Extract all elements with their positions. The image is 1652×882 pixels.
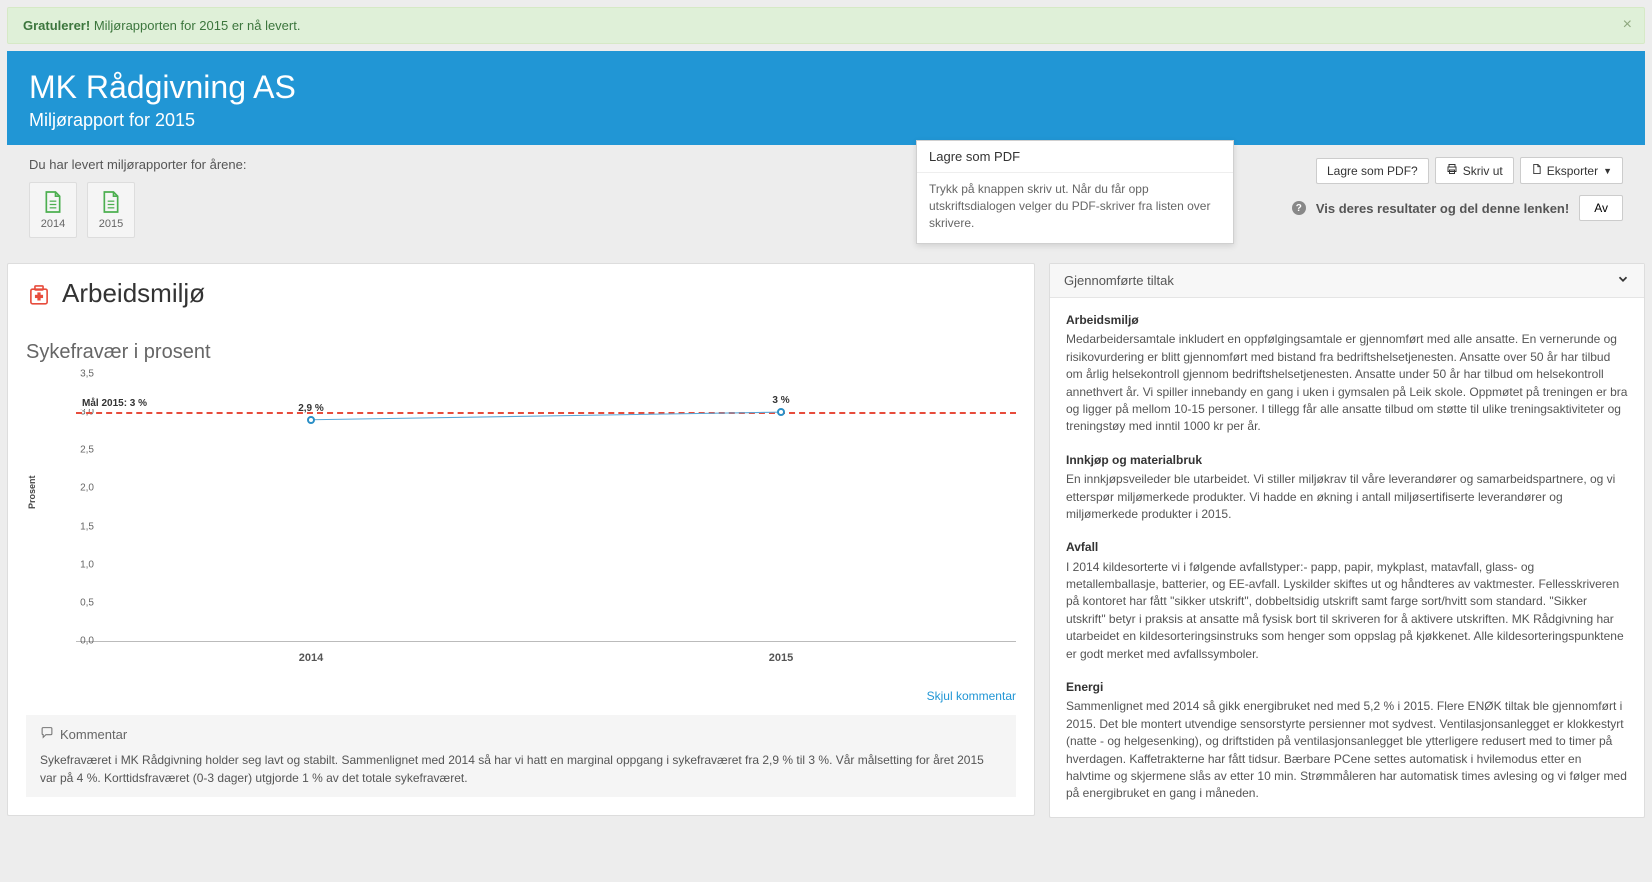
tiltak-body: Arbeidsmiljø Medarbeidersamtale inkludert… xyxy=(1050,298,1644,817)
print-icon xyxy=(1446,163,1458,178)
years-bar: Du har levert miljørapporter for årene: … xyxy=(7,145,1645,256)
alert-strong: Gratulerer! xyxy=(23,18,90,33)
caret-down-icon: ▼ xyxy=(1603,166,1612,176)
export-button[interactable]: Eksporter ▼ xyxy=(1520,157,1623,184)
comment-heading: Kommentar xyxy=(60,725,127,745)
share-text: Vis deres resultater og del denne lenken… xyxy=(1316,201,1569,216)
data-point xyxy=(307,416,315,424)
chart-title: Sykefravær i prosent xyxy=(26,341,1016,364)
save-pdf-button[interactable]: Lagre som PDF? xyxy=(1316,158,1429,184)
y-axis-label: Prosent xyxy=(27,475,37,509)
year-tile-2015[interactable]: 2015 xyxy=(87,182,135,238)
section-heading: Innkjøp og materialbruk xyxy=(1066,452,1628,469)
chart-area: Prosent 0,00,51,01,52,02,53,03,5Mål 2015… xyxy=(54,374,1016,674)
hide-comment-link[interactable]: Skjul kommentar xyxy=(927,689,1016,703)
tooltip-title: Lagre som PDF xyxy=(917,141,1233,173)
section-body: En innkjøpsveileder ble utarbeidet. Vi s… xyxy=(1066,471,1628,523)
share-toggle-button[interactable]: Av xyxy=(1579,195,1623,221)
section-heading: Energi xyxy=(1066,679,1628,696)
alert-text: Miljørapporten for 2015 er nå levert. xyxy=(90,18,300,33)
chevron-down-icon xyxy=(1616,272,1630,289)
success-alert: Gratulerer! Miljørapporten for 2015 er n… xyxy=(7,7,1645,44)
toolbar: Lagre som PDF? Skriv ut Eksporter ▼ xyxy=(1316,157,1623,184)
data-label: 2,9 % xyxy=(298,403,324,414)
share-bar: ? Vis deres resultater og del denne lenk… xyxy=(1292,195,1623,221)
x-tick: 2015 xyxy=(769,652,793,664)
panel-title: Arbeidsmiljø xyxy=(62,278,205,309)
medical-icon xyxy=(26,281,52,307)
x-tick: 2014 xyxy=(299,652,323,664)
section-heading: Arbeidsmiljø xyxy=(1066,312,1628,329)
arbeidsmiljo-panel: Arbeidsmiljø Sykefravær i prosent Prosen… xyxy=(7,263,1035,816)
data-point xyxy=(777,408,785,416)
tiltak-header[interactable]: Gjennomførte tiltak xyxy=(1050,264,1644,298)
plot-region: 0,00,51,01,52,02,53,03,5Mål 2015: 3 %2,9… xyxy=(76,374,1016,642)
section-heading: Avfall xyxy=(1066,539,1628,556)
speech-bubble-icon xyxy=(40,725,54,745)
comment-box: Kommentar Sykefraværet i MK Rådgivning h… xyxy=(26,715,1016,797)
section-body: Sammenlignet med 2014 så gikk energibruk… xyxy=(1066,698,1628,802)
data-line xyxy=(76,374,1016,641)
tooltip-body: Trykk på knappen skriv ut. Når du får op… xyxy=(917,173,1233,243)
pdf-tooltip: Lagre som PDF Trykk på knappen skriv ut.… xyxy=(916,140,1234,244)
company-title: MK Rådgivning AS xyxy=(29,69,1623,106)
section-body: Medarbeidersamtale inkludert en oppfølgi… xyxy=(1066,331,1628,435)
section-body: I 2014 kildesorterte vi i følgende avfal… xyxy=(1066,559,1628,663)
report-subtitle: Miljørapport for 2015 xyxy=(29,110,1623,131)
print-button[interactable]: Skriv ut xyxy=(1435,157,1514,184)
close-icon[interactable]: × xyxy=(1623,16,1632,34)
file-icon xyxy=(1531,163,1542,178)
page-header: MK Rådgivning AS Miljørapport for 2015 xyxy=(7,51,1645,145)
year-tile-2014[interactable]: 2014 xyxy=(29,182,77,238)
info-icon[interactable]: ? xyxy=(1292,201,1306,215)
data-label: 3 % xyxy=(772,395,789,406)
tiltak-panel: Gjennomførte tiltak Arbeidsmiljø Medarbei… xyxy=(1049,263,1645,818)
comment-body: Sykefraværet i MK Rådgivning holder seg … xyxy=(40,751,1002,787)
